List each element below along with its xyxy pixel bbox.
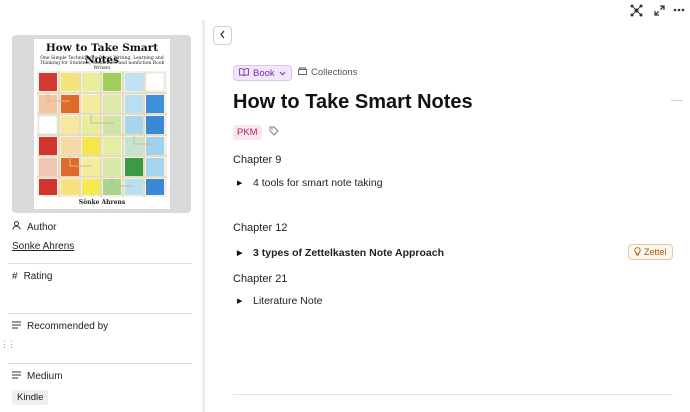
page-content: Book Collections How to Take Smart Notes… <box>205 20 690 412</box>
top-bar <box>0 0 690 20</box>
medium-label-text: Medium <box>27 371 63 382</box>
recommended-property-label[interactable]: Recommended by <box>12 321 108 332</box>
person-icon <box>12 221 21 233</box>
triangle-right-icon[interactable]: ▶ <box>237 249 245 257</box>
toggle-block[interactable]: ▶ 4 tools for smart note taking <box>237 177 383 189</box>
toggle-block[interactable]: ▶ Literature Note <box>237 295 322 307</box>
outline-marker[interactable] <box>671 100 683 101</box>
drag-handle-icon[interactable]: ⋮⋮ <box>0 339 16 350</box>
page-type-dropdown[interactable]: Book <box>233 65 292 81</box>
medium-property-label: Medium <box>12 371 63 382</box>
collection-icon <box>298 67 307 78</box>
toggle-label: 3 types of Zettelkasten Note Approach <box>253 247 444 259</box>
book-cover-image: How to Take Smart Notes One Simple Techn… <box>12 35 191 213</box>
triangle-right-icon[interactable]: ▶ <box>237 297 245 305</box>
cover-subtitle: One Simple Technique to Boost Writing, L… <box>39 56 165 71</box>
cover-author: Sönke Ahrens <box>78 199 126 206</box>
toggle-block[interactable]: ▶ 3 types of Zettelkasten Note Approach <box>237 247 444 259</box>
author-value-link[interactable]: Sonke Ahrens <box>12 241 74 252</box>
page-type-label: Book <box>253 67 275 79</box>
author-label-text: Author <box>27 221 57 233</box>
tag-pkm[interactable]: PKM <box>233 125 262 140</box>
chevron-left-icon <box>219 30 226 42</box>
more-icon[interactable] <box>671 2 687 18</box>
zettel-label: Zettel <box>644 247 667 257</box>
content-divider <box>233 394 673 395</box>
page-title[interactable]: How to Take Smart Notes <box>233 91 473 114</box>
text-lines-icon <box>12 321 21 332</box>
back-button[interactable] <box>213 26 232 45</box>
cover-grid-art <box>37 71 167 197</box>
author-property-label: Author <box>12 221 56 233</box>
divider <box>8 313 192 314</box>
recommended-label-text: Recommended by <box>27 321 109 332</box>
graph-icon[interactable] <box>628 2 644 18</box>
zettel-badge[interactable]: Zettel <box>628 244 673 260</box>
hash-icon: # <box>12 271 18 282</box>
collections-button[interactable]: Collections <box>298 67 357 78</box>
rating-property-label[interactable]: # Rating <box>12 271 52 282</box>
rating-label-text: Rating <box>23 271 53 282</box>
lightbulb-icon <box>634 246 641 258</box>
collections-label: Collections <box>311 67 358 78</box>
toggle-label: 4 tools for smart note taking <box>253 177 383 189</box>
triangle-right-icon[interactable]: ▶ <box>237 179 245 187</box>
properties-sidebar: How to Take Smart Notes One Simple Techn… <box>0 20 202 412</box>
text-lines-icon <box>12 371 21 382</box>
expand-icon[interactable] <box>651 2 667 18</box>
chapter-heading: Chapter 9 <box>233 154 282 166</box>
medium-value-tag[interactable]: Kindle <box>12 390 49 405</box>
chapter-heading: Chapter 21 <box>233 273 288 285</box>
book-cover-page: How to Take Smart Notes One Simple Techn… <box>34 39 170 209</box>
tag-icon[interactable] <box>269 126 279 139</box>
divider <box>8 363 192 364</box>
book-icon <box>239 67 249 79</box>
chevron-down-icon <box>279 68 286 79</box>
toggle-label: Literature Note <box>253 295 323 307</box>
chapter-heading: Chapter 12 <box>233 222 288 234</box>
divider <box>8 263 192 264</box>
